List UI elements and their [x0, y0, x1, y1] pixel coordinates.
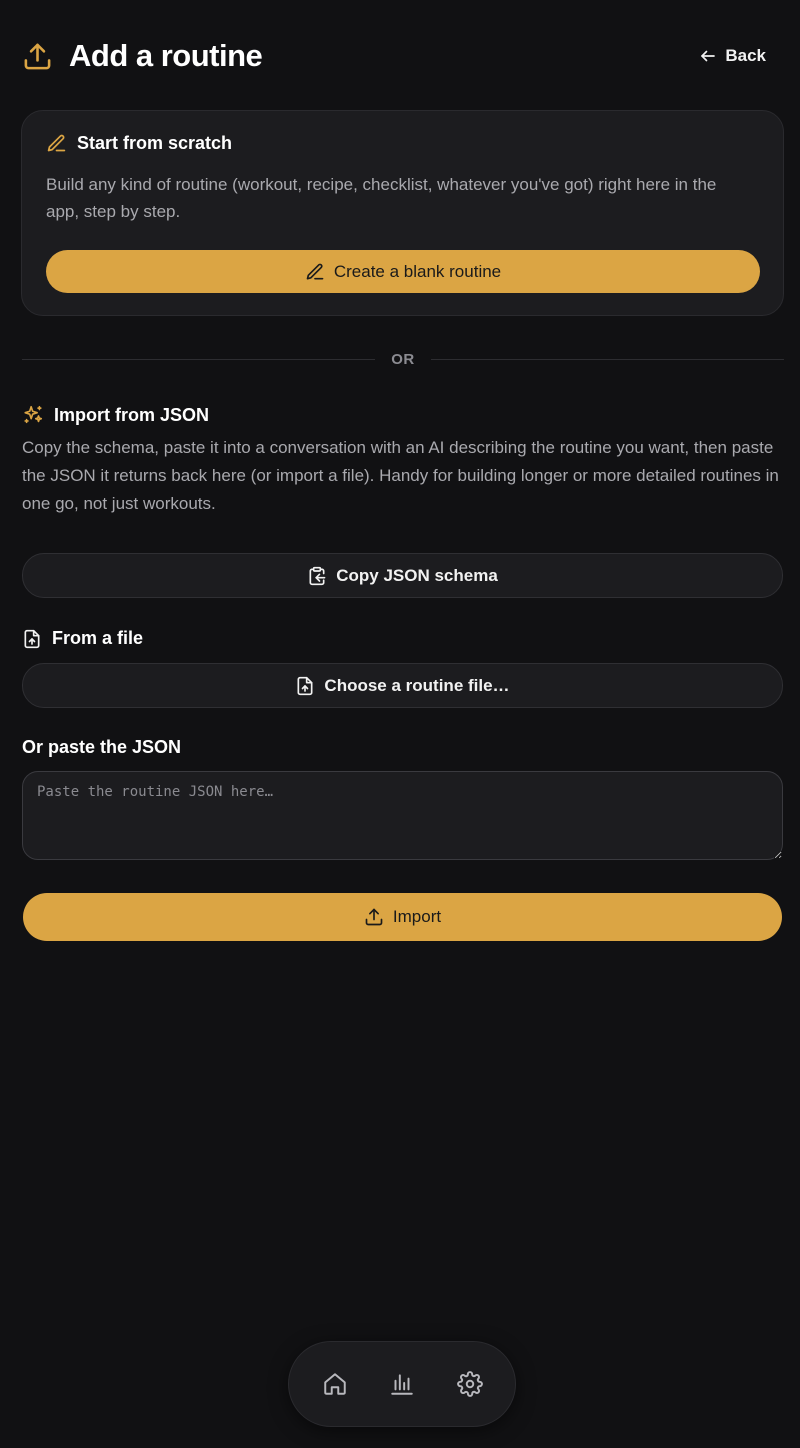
nav-settings[interactable]	[448, 1362, 492, 1406]
start-from-scratch-card: Start from scratch Build any kind of rou…	[21, 110, 784, 316]
scratch-heading: Start from scratch	[46, 133, 759, 154]
pencil-icon	[46, 133, 67, 154]
choose-routine-file-button[interactable]: Choose a routine file…	[22, 663, 783, 708]
copy-json-schema-button[interactable]: Copy JSON schema	[22, 553, 783, 598]
create-blank-routine-label: Create a blank routine	[333, 261, 502, 281]
header-title-group: Add a routine	[22, 38, 263, 74]
bar-chart-icon	[389, 1371, 415, 1397]
bottom-navigation	[288, 1341, 516, 1427]
gear-icon	[456, 1371, 483, 1397]
divider-label: OR	[391, 350, 415, 368]
scratch-heading-text: Start from scratch	[77, 133, 233, 153]
choose-routine-file-label: Choose a routine file…	[324, 675, 510, 695]
paste-json-label: Or paste the JSON	[22, 737, 182, 757]
back-label: Back	[725, 46, 766, 65]
import-heading: Import from JSON	[22, 404, 782, 426]
back-button[interactable]: Back	[699, 46, 766, 66]
arrow-left-icon	[699, 47, 717, 65]
upload-icon	[364, 907, 384, 927]
or-divider: OR	[22, 349, 784, 369]
home-icon	[322, 1371, 348, 1397]
copy-json-schema-label: Copy JSON schema	[336, 565, 498, 585]
from-file-heading: From a file	[22, 628, 143, 649]
import-description: Copy the schema, paste it into a convers…	[22, 438, 779, 513]
from-file-label: From a file	[52, 628, 144, 648]
import-button[interactable]: Import	[23, 893, 782, 941]
nav-stats[interactable]	[380, 1362, 424, 1406]
divider-line	[22, 358, 376, 360]
sparkles-icon	[22, 404, 44, 426]
scratch-description: Build any kind of routine (workout, reci…	[46, 175, 717, 221]
paste-json-heading: Or paste the JSON	[22, 737, 181, 758]
file-upload-icon	[295, 676, 315, 696]
clipboard-copy-icon	[307, 566, 327, 586]
file-upload-icon	[22, 629, 42, 649]
import-button-label: Import	[392, 907, 442, 926]
nav-home[interactable]	[313, 1362, 357, 1406]
divider-line	[430, 358, 784, 360]
routine-json-textarea[interactable]	[22, 771, 783, 860]
page-title: Add a routine	[69, 38, 263, 73]
create-blank-routine-button[interactable]: Create a blank routine	[46, 250, 760, 293]
pencil-icon	[305, 262, 325, 282]
page-header: Add a routine Back	[22, 32, 766, 80]
add-routine-page: Add a routine Back Start from scratch Bu…	[0, 0, 800, 1448]
upload-icon	[22, 41, 53, 72]
import-heading-text: Import from JSON	[54, 404, 210, 425]
import-json-section: Import from JSON Copy the schema, paste …	[22, 404, 782, 518]
